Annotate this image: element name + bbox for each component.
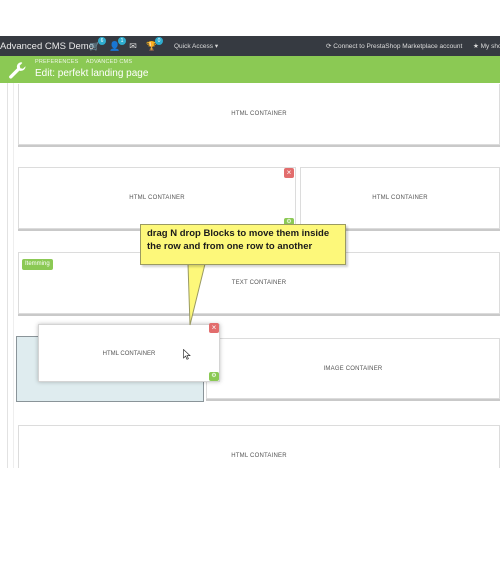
html-container-block[interactable]: HTML CONTAINER [300,167,500,229]
wrench-icon [9,62,26,79]
sidebar-edge [7,83,8,468]
breadcrumb-item[interactable]: PREFERENCES [35,59,78,65]
screenshot-stage: Advanced CMS Demo 🛒 6 👤 1 ✉ 🏆 0 Quick Acces… [0,0,500,563]
image-container-block[interactable]: IMAGE CONTAINER [206,338,500,399]
html-container-block[interactable]: HTML CONTAINER [18,84,500,145]
shop-name[interactable]: Advanced CMS Demo [0,41,94,52]
block-label: HTML CONTAINER [231,453,287,459]
connect-marketplace-label: Connect to PrestaShop Marketplace accoun… [333,43,463,50]
block-label: HTML CONTAINER [372,195,428,201]
mail-icon[interactable]: ✉ [126,40,140,52]
page-title: Edit: perfekt landing page [35,68,149,79]
admin-top-bar: Advanced CMS Demo 🛒 6 👤 1 ✉ 🏆 0 Quick Acces… [0,36,500,56]
customers-badge: 1 [118,37,126,45]
connect-marketplace-link[interactable]: ⟳ Connect to PrestaShop Marketplace acco… [326,42,462,50]
callout-pointer [187,264,206,326]
block-label: HTML CONTAINER [129,195,185,201]
user-icon[interactable]: 👤 1 [108,37,126,52]
callout-text: drag N drop Blocks to move them inside t… [147,228,330,252]
mouse-cursor-icon [183,349,191,360]
messages-badge: 0 [155,37,163,45]
block-label: HTML CONTAINER [231,111,287,117]
block-settings-button[interactable]: ⚙ [209,372,219,381]
sidebar-edge-inner [13,83,14,468]
breadcrumb: PREFERENCES ADVANCED CMS [35,59,138,65]
instruction-callout: drag N drop Blocks to move them inside t… [140,224,346,265]
delete-block-button[interactable]: × [209,323,219,333]
delete-block-button[interactable]: × [284,168,294,178]
orders-badge: 6 [98,37,106,45]
page-background [0,468,500,563]
breadcrumb-item[interactable]: ADVANCED CMS [86,59,132,65]
block-label: IMAGE CONTAINER [323,365,383,372]
my-shop-link[interactable]: ★ My shop [473,42,500,50]
cart-icon[interactable]: 🛒 6 [88,37,106,52]
block-tag: Itemming [22,259,53,270]
block-label: TEXT CONTAINER [231,280,287,286]
dragged-html-container-block[interactable]: HTML CONTAINER [38,324,220,382]
quick-access-menu[interactable]: Quick Access ▾ [174,42,218,50]
trophy-icon[interactable]: 🏆 0 [145,37,163,52]
block-label: HTML CONTAINER [102,351,156,357]
page-header: PREFERENCES ADVANCED CMS Edit: perfekt l… [0,56,500,83]
html-container-block[interactable]: HTML CONTAINER [18,167,296,229]
